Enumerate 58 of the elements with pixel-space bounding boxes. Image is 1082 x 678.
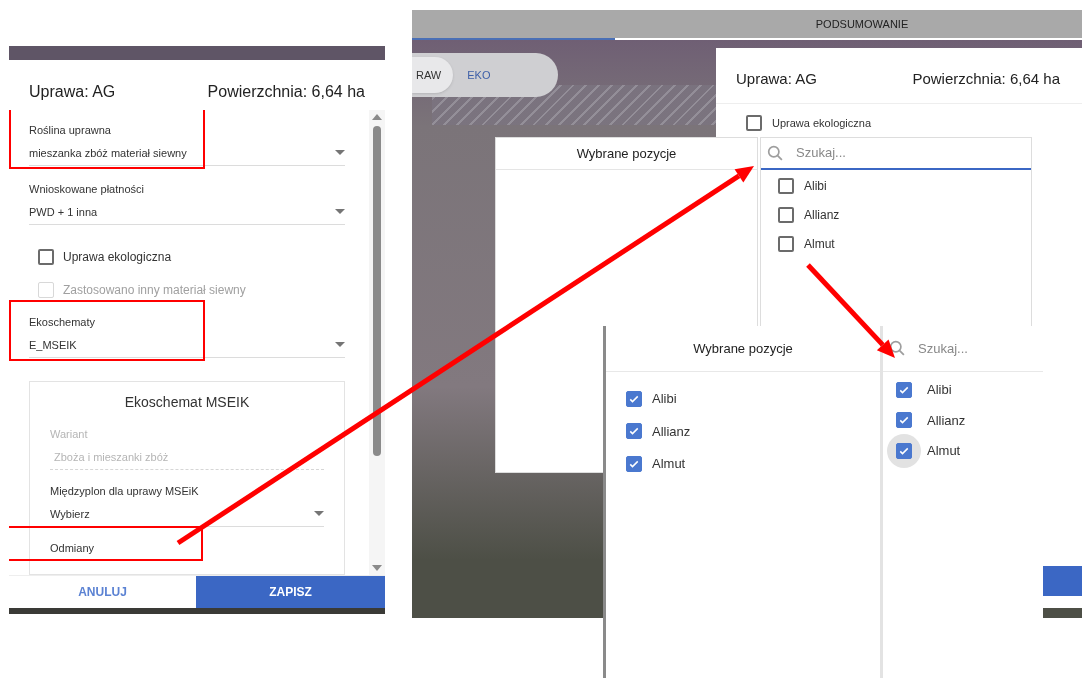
save-button-edge[interactable] [1042,566,1082,596]
option-label[interactable]: Almut [804,235,835,253]
area-text: Powierzchnia: 6,64 ha [912,69,1060,89]
option-label[interactable]: Allianz [927,410,966,430]
check-icon [628,425,640,438]
toggle-option[interactable]: RAW [412,56,454,94]
section-title: Ekoschemat MSEIK [123,393,251,412]
toggle-option[interactable]: EKO [467,66,491,84]
field-label: Międzyplon dla uprawy MSEiK [50,484,200,499]
checkbox-label: Uprawa ekologiczna [63,249,172,266]
checkbox[interactable] [778,207,794,223]
option-label[interactable]: Allianz [804,206,840,224]
field-label: Wariant [50,427,89,442]
dialog-title: Uprawa: AG [29,82,116,102]
caret-icon [335,209,345,215]
field-label: Roślina uprawna [29,123,112,138]
search-icon [767,144,784,162]
checkbox[interactable] [38,249,54,265]
select-field[interactable]: Wybierz [50,505,324,522]
select-field[interactable]: mieszanka zbóż materiał siewny [29,144,345,161]
selected-item-label: Almut [652,455,686,473]
caret-icon [335,150,345,156]
field-label: Ekoschematy [29,315,97,330]
checkbox[interactable] [746,114,762,131]
option-label[interactable]: Alibi [804,177,827,195]
field-label: Odmiany [50,541,96,556]
checkbox-label: Zastosowano inny materiał siewny [63,282,246,299]
dialog-title: Uprawa: AG [736,69,817,89]
checkbox[interactable] [626,455,642,472]
panel-title: Wybrane pozycje [693,339,793,358]
checkbox[interactable] [626,390,642,407]
checkbox[interactable] [626,423,642,440]
area-text: Powierzchnia: 6,64 ha [207,82,365,102]
checkbox[interactable] [778,178,794,194]
select-field[interactable]: PWD + 1 inna [29,203,345,220]
caret-icon [314,511,324,517]
checkbox[interactable] [896,412,912,429]
checkbox[interactable] [896,442,912,459]
save-button[interactable]: ZAPISZ [196,576,385,608]
option-label[interactable]: Almut [927,441,961,461]
scroll-down-icon[interactable] [372,565,382,571]
checkbox-label: Uprawa ekologiczna [772,115,872,131]
selected-item-label: Alibi [652,390,677,408]
panel-title: Wybrane pozycje [576,144,677,163]
checkbox[interactable] [778,236,794,252]
caret-icon [335,342,345,348]
field-label: Wnioskowane płatności [29,182,145,197]
select-field[interactable]: E_MSEIK [29,336,345,353]
search-icon [889,340,906,357]
scrollbar[interactable] [369,110,385,575]
search-field[interactable]: Szukaj... [796,143,946,163]
tab[interactable]: PODSUMOWANIE [815,15,909,33]
check-icon [898,414,910,427]
search-field[interactable]: Szukaj... [918,338,1028,359]
selected-item-label: Allianz [652,422,691,441]
scroll-up-icon[interactable] [372,114,382,120]
checkbox[interactable] [896,381,912,398]
option-label[interactable]: Alibi [927,380,952,400]
